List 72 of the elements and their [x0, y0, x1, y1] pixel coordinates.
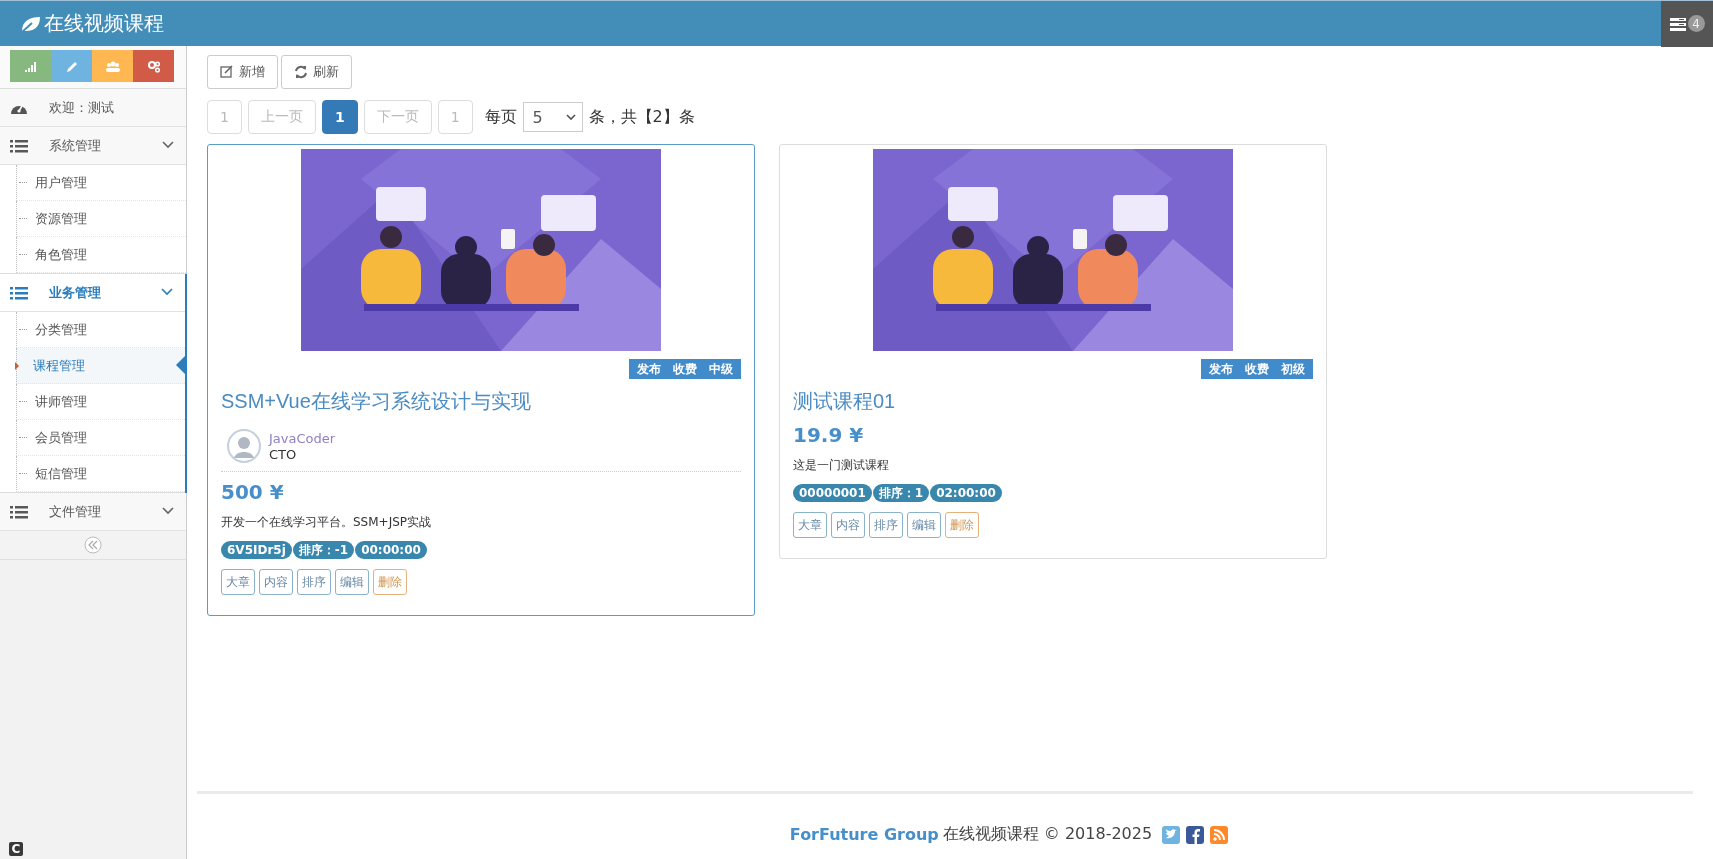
action-button[interactable]: 内容: [831, 512, 865, 538]
action-button[interactable]: 编辑: [907, 512, 941, 538]
shortcut-button[interactable]: [92, 50, 133, 82]
app-title: 在线视频课程: [44, 11, 164, 36]
per-page-label: 每页: [484, 106, 517, 128]
dropdown-icon: [565, 113, 576, 121]
shortcut-button[interactable]: [133, 50, 174, 82]
collapse-icon[interactable]: [84, 536, 102, 554]
action-button[interactable]: 排序: [869, 512, 903, 538]
notification-button[interactable]: 4: [1661, 0, 1713, 47]
teacher-role: CTO: [269, 446, 298, 462]
page-button[interactable]: 1: [321, 100, 358, 134]
page-size-select[interactable]: 5: [522, 102, 583, 132]
teacher-name[interactable]: JavaCoder: [269, 430, 336, 446]
users-icon: [105, 59, 120, 73]
menu-item[interactable]: 业务管理: [0, 274, 185, 312]
info-badge: 00:00:00: [355, 541, 427, 559]
price: 500 ¥: [221, 480, 285, 504]
description: 这是一门测试课程: [793, 457, 890, 474]
action-button[interactable]: 大章: [221, 569, 255, 595]
list-icon: [10, 504, 30, 519]
submenu-item[interactable]: 会员管理: [16, 420, 185, 456]
info-badge: 00000001: [793, 484, 872, 502]
edit-icon: [220, 65, 233, 79]
pencil-icon: [64, 59, 79, 73]
info-badge: 排序：1: [872, 484, 930, 502]
action-button[interactable]: 大章: [793, 512, 827, 538]
signal-icon: [23, 59, 38, 73]
shortcut-button[interactable]: [10, 50, 51, 82]
tasks-icon: [1669, 16, 1686, 31]
leaf-icon: [20, 14, 40, 33]
submenu-item[interactable]: 短信管理: [16, 456, 185, 492]
rss-icon[interactable]: [1210, 825, 1229, 844]
action-button[interactable]: 排序: [297, 569, 331, 595]
menu-item[interactable]: 系统管理: [0, 127, 186, 165]
info-badge: 02:00:00: [930, 484, 1002, 502]
submenu-item[interactable]: 讲师管理: [16, 384, 185, 420]
course-title[interactable]: SSM+Vue在线学习系统设计与实现: [221, 388, 741, 415]
course-card[interactable]: 发布 收费 初级 测试课程01 19.9 ¥ 这是一门测试课程 00000001 排序：1 02:00:00 大章 内容 排序 编辑 删除: [779, 144, 1327, 559]
description: 开发一个在线学习平台。SSM+JSP实战: [221, 514, 433, 531]
total-count: 条，共【2】条: [588, 106, 695, 128]
price: 19.9 ¥: [793, 423, 865, 447]
list-icon: [10, 285, 30, 300]
avatar: [227, 429, 261, 463]
corner-badge: C: [9, 842, 23, 856]
action-button[interactable]: 编辑: [335, 569, 369, 595]
footer-brand: ForFuture Group: [789, 825, 939, 844]
bird-icon[interactable]: [1162, 825, 1181, 844]
action-button[interactable]: 内容: [259, 569, 293, 595]
social-icon[interactable]: [1186, 825, 1205, 844]
notification-count: 4: [1687, 15, 1705, 32]
caret-icon: [15, 361, 19, 370]
info-badge: 6V5IDr5j: [221, 541, 292, 559]
submenu-item[interactable]: 课程管理: [16, 348, 185, 384]
list-icon: [10, 138, 30, 153]
menu-item[interactable]: 文件管理: [0, 493, 186, 531]
submenu-item[interactable]: 用户管理: [16, 165, 186, 201]
course-card[interactable]: 发布 收费 中级 SSM+Vue在线学习系统设计与实现 JavaCoder CTO 500 ¥ 开发一个在线学习平台。SSM+JSP实战 6V5IDr5j 排序：-1 00:00:00 大章 内容 排序 编辑 删除: [207, 144, 755, 616]
course-title[interactable]: 测试课程01: [793, 388, 1313, 415]
add-button[interactable]: 新增: [207, 55, 278, 89]
submenu-item[interactable]: 资源管理: [16, 201, 186, 237]
submenu-item[interactable]: 角色管理: [16, 237, 186, 273]
refresh-icon: [294, 65, 307, 79]
status-tags: 发布 收费 中级: [629, 359, 741, 379]
delete-button[interactable]: 删除: [945, 512, 979, 538]
delete-button[interactable]: 删除: [373, 569, 407, 595]
footer-text: 在线视频课程 © 2018-2025: [942, 824, 1153, 845]
gears-icon: [146, 59, 161, 73]
refresh-button[interactable]: 刷新: [281, 55, 352, 89]
info-badge: 排序：-1: [292, 541, 355, 559]
status-tags: 发布 收费 初级: [1201, 359, 1313, 379]
welcome-text: 欢迎：测试: [49, 98, 114, 117]
